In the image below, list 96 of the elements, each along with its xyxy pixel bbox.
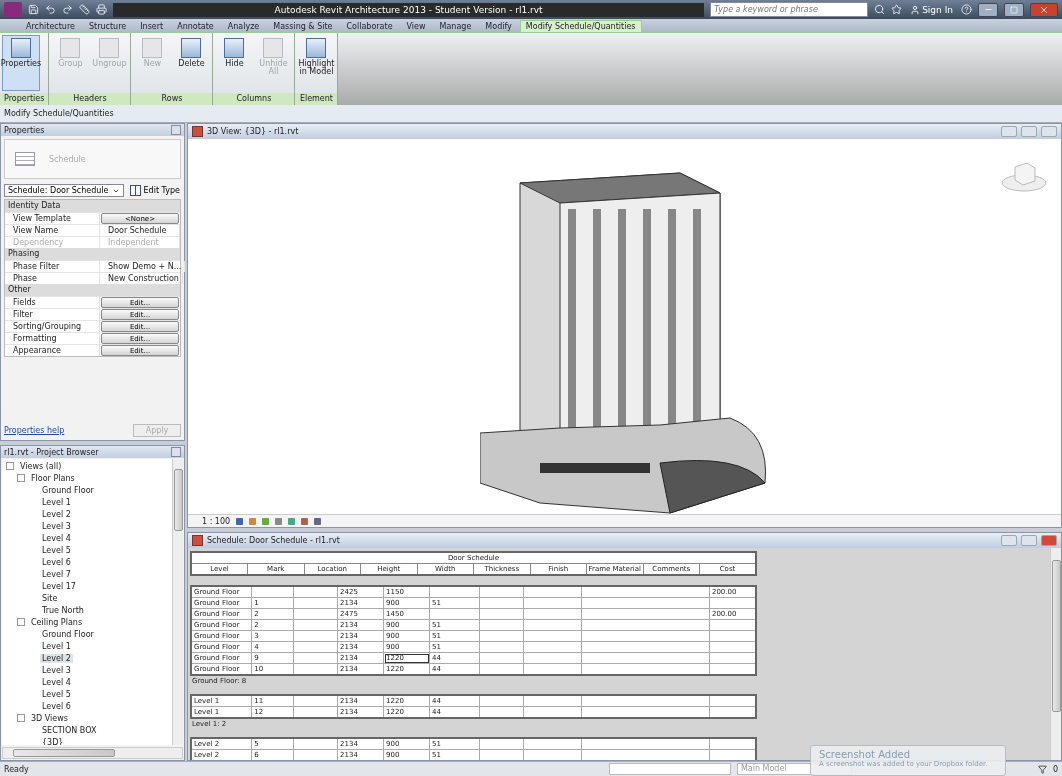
property-label: View Name (5, 225, 100, 236)
undo-icon[interactable] (45, 4, 56, 15)
view-cube-icon[interactable] (1001, 159, 1047, 193)
view-icon (192, 126, 203, 137)
tree-item[interactable]: Level 6 (40, 701, 73, 711)
ribbon-tab[interactable]: Architecture (20, 20, 81, 32)
sign-in-button[interactable]: Sign In (908, 4, 955, 15)
search-field[interactable]: Type a keyword or phrase (710, 2, 869, 17)
property-label: Formatting (5, 333, 100, 344)
minimize-button[interactable] (978, 2, 998, 17)
workset-dropdown[interactable] (608, 763, 731, 775)
help-icon[interactable] (961, 4, 972, 15)
ribbon-tab[interactable]: Modify (479, 20, 518, 32)
edit-type-button[interactable]: Edit Type (129, 185, 180, 196)
property-group: Other (5, 284, 180, 296)
tree-item[interactable]: Ground Floor (40, 485, 96, 495)
ribbon-tab[interactable]: Collaborate (340, 20, 399, 32)
property-label: View Template (5, 213, 100, 224)
ribbon-tab[interactable]: Analyze (221, 20, 266, 32)
property-label: Sorting/Grouping (5, 321, 100, 332)
redo-icon[interactable] (62, 4, 73, 15)
tree-item[interactable]: Level 5 (40, 545, 73, 555)
tree-item[interactable]: Level 7 (40, 569, 73, 579)
property-label: Appearance (5, 345, 100, 356)
property-label: Filter (5, 309, 100, 320)
property-group: Phasing (5, 248, 180, 260)
ribbon-tab[interactable]: Manage (433, 20, 478, 32)
panel-label: Element (295, 93, 338, 105)
instance-dropdown[interactable]: Schedule: Door Schedule (4, 184, 124, 197)
ribbon-tool[interactable]: Delete (172, 35, 211, 91)
property-value[interactable]: Door Schedule (100, 225, 180, 236)
tree-item[interactable]: Level 4 (40, 533, 73, 543)
filter-count: 0 (1052, 764, 1058, 774)
maximize-icon (1010, 5, 1018, 14)
scrollbar[interactable] (2, 747, 183, 759)
ribbon-tool[interactable]: Properties (2, 35, 40, 91)
measure-icon[interactable] (79, 4, 90, 15)
window-title: Autodesk Revit Architecture 2013 - Student Version - rl1.rvt (113, 2, 705, 17)
scrollbar[interactable] (172, 459, 183, 745)
property-label: Fields (5, 297, 100, 308)
tree-item[interactable]: Site (40, 593, 60, 603)
panel-label: Rows (131, 93, 213, 105)
schedule-icon (192, 535, 203, 546)
ribbon-tab[interactable]: Massing & Site (267, 20, 339, 32)
close-icon (1039, 4, 1049, 15)
user-icon (910, 4, 921, 15)
property-value[interactable]: Show Demo + N... (100, 261, 186, 272)
tree-item[interactable]: Level 17 (40, 581, 78, 591)
filter-icon[interactable] (1037, 764, 1047, 774)
tree-item[interactable]: Ground Floor (40, 629, 96, 639)
ribbon-tab[interactable]: Annotate (171, 20, 220, 32)
panel-label: Headers (49, 93, 131, 105)
ribbon-tool[interactable]: Hide (215, 35, 254, 91)
restore-button[interactable] (1021, 535, 1037, 546)
tree-item[interactable]: Level 3 (40, 521, 73, 531)
restore-button[interactable] (1021, 126, 1037, 137)
status-text: Ready (4, 764, 29, 774)
schedule-window-title: Schedule: Door Schedule - rl1.rvt (207, 536, 341, 545)
tree-item[interactable]: Level 3 (40, 665, 73, 675)
print-icon[interactable] (96, 4, 107, 15)
close-button[interactable] (1030, 2, 1058, 17)
ribbon-tool[interactable]: Highlight in Model (297, 35, 336, 91)
maximize-button[interactable] (1004, 2, 1024, 17)
view-title: 3D View: {3D} - rl1.rvt (207, 127, 300, 136)
scrollbar[interactable] (1050, 548, 1061, 760)
tree-item[interactable]: True North (40, 605, 86, 615)
star-icon[interactable] (891, 4, 903, 15)
ribbon-tab[interactable]: View (400, 20, 432, 32)
search-icon[interactable] (874, 4, 886, 15)
context-label: Modify Schedule/Quantities (4, 109, 114, 118)
tree-item[interactable]: Ceiling Plans (29, 617, 85, 627)
property-label: Phase Filter (5, 261, 100, 272)
panel-header: rl1.rvt - Project Browser (1, 446, 184, 458)
panel-label: Columns (213, 93, 295, 105)
tree-item[interactable]: Floor Plans (29, 473, 77, 483)
ribbon-tab[interactable]: Insert (134, 20, 170, 32)
tree-item[interactable]: {3D} (40, 737, 66, 745)
tree-item[interactable]: Level 2 (40, 653, 73, 663)
tree-item[interactable]: Level 2 (40, 509, 73, 519)
panel-label: Properties (0, 93, 49, 105)
tree-item[interactable]: Views (all) (18, 461, 64, 471)
tree-item[interactable]: Level 4 (40, 677, 73, 687)
tree-item[interactable]: Level 6 (40, 557, 73, 567)
save-icon[interactable] (28, 4, 39, 15)
scale-label[interactable]: 1 : 100 (202, 516, 231, 526)
tree-item[interactable]: SECTION BOX (40, 725, 99, 735)
tree-item[interactable]: Level 1 (40, 641, 73, 651)
help-link[interactable]: Properties help (4, 426, 65, 435)
tree-item[interactable]: Level 5 (40, 689, 73, 699)
ribbon-tab[interactable]: Structure (83, 20, 133, 32)
tree-item[interactable]: Level 1 (40, 497, 73, 507)
property-group: Identity Data (5, 200, 180, 212)
tree-item[interactable]: 3D Views (29, 713, 70, 723)
ribbon-tab[interactable]: Modify Schedule/Quantities (519, 20, 642, 32)
panel-header: Properties (1, 124, 184, 136)
notification-title: Screenshot Added (819, 749, 911, 760)
